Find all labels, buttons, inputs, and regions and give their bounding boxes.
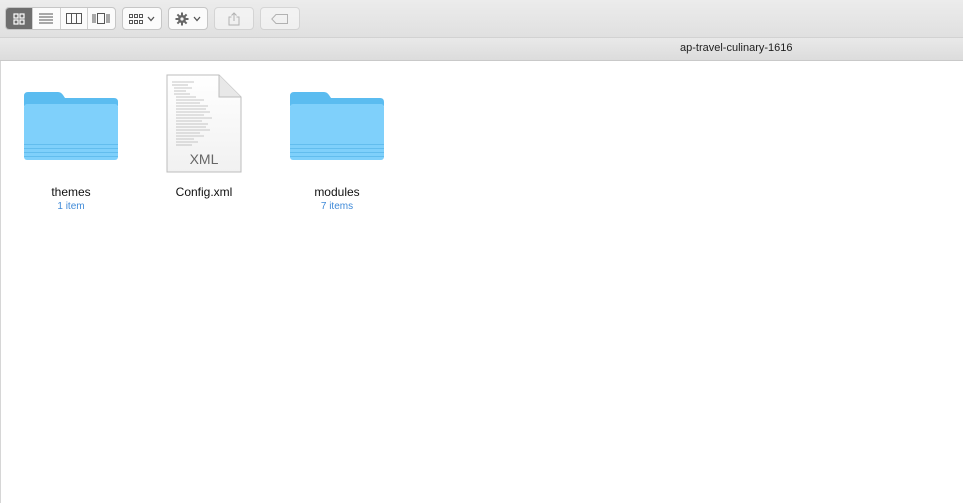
folder-title: ap-travel-culinary-1616 bbox=[680, 42, 793, 54]
icon-view-button[interactable] bbox=[6, 8, 34, 29]
list-view-button[interactable] bbox=[33, 8, 61, 29]
share-icon bbox=[228, 11, 240, 25]
item-name: themes bbox=[51, 185, 91, 199]
file-icon-wrap: XML bbox=[149, 71, 259, 177]
grid-icon bbox=[13, 12, 25, 25]
item-count: 1 item bbox=[57, 201, 85, 212]
folder-icon-wrap bbox=[282, 71, 392, 177]
chevron-down-icon bbox=[193, 16, 201, 21]
item-count: 7 items bbox=[320, 201, 354, 212]
folder-icon-wrap bbox=[16, 71, 126, 177]
action-button[interactable] bbox=[168, 7, 208, 30]
file-type-label: XML bbox=[190, 151, 219, 167]
columns-icon bbox=[65, 13, 82, 24]
cover-flow-icon bbox=[92, 13, 110, 24]
xml-document-icon: XML bbox=[166, 74, 242, 173]
gear-icon bbox=[175, 12, 189, 25]
item-name: Config.xml bbox=[175, 185, 233, 199]
share-button[interactable] bbox=[214, 7, 254, 30]
file-item-config-xml[interactable]: XML Config.xml bbox=[149, 71, 259, 199]
file-browser-content: themes 1 item XML Config.xml modules 7 i… bbox=[0, 61, 963, 503]
list-icon bbox=[39, 13, 54, 24]
item-name: modules bbox=[314, 185, 360, 199]
folder-icon bbox=[24, 92, 118, 160]
path-bar: ap-travel-culinary-1616 bbox=[0, 38, 963, 61]
cover-flow-view-button[interactable] bbox=[88, 8, 115, 29]
chevron-down-icon bbox=[147, 16, 155, 21]
group-grid-icon bbox=[129, 13, 143, 24]
folder-icon bbox=[290, 92, 384, 160]
folder-item-themes[interactable]: themes 1 item bbox=[16, 71, 126, 213]
arrange-button[interactable] bbox=[122, 7, 162, 30]
tag-icon bbox=[271, 13, 288, 24]
tag-button[interactable] bbox=[260, 7, 300, 30]
toolbar bbox=[0, 0, 963, 38]
folder-item-modules[interactable]: modules 7 items bbox=[282, 71, 392, 213]
view-mode-segmented-control bbox=[5, 7, 116, 30]
column-view-button[interactable] bbox=[61, 8, 88, 29]
finder-window: ap-travel-culinary-1616 themes 1 item XM… bbox=[0, 0, 963, 503]
